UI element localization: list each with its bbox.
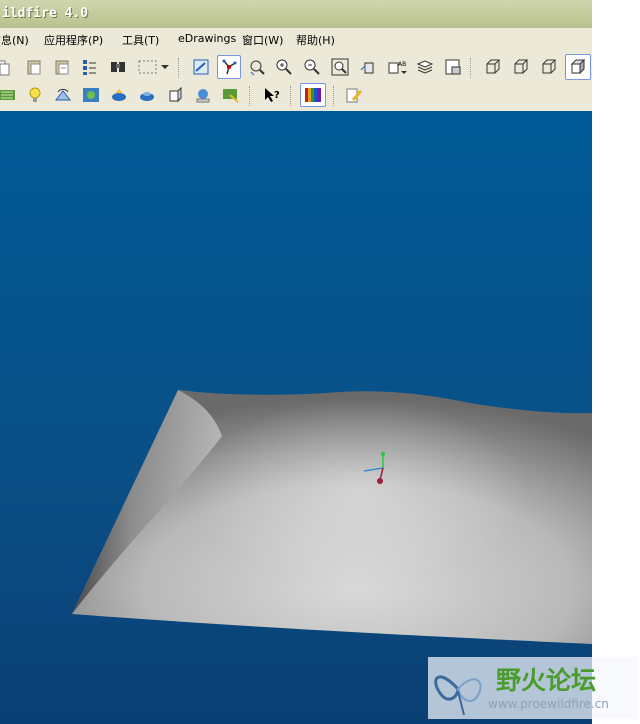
sphere-render-icon[interactable] — [192, 84, 214, 106]
watermark-title: 野火论坛 — [496, 666, 597, 695]
select-box-icon[interactable] — [135, 56, 161, 78]
render-icon[interactable] — [108, 84, 130, 106]
layers-icon[interactable] — [414, 56, 436, 78]
menu-window[interactable]: 窗口(W) — [242, 32, 283, 48]
proe-window: ildfire 4.0 信息(N) 应用程序(P) 工具(T) eDrawing… — [0, 0, 592, 724]
model-setup-icon[interactable] — [164, 84, 186, 106]
copy-icon[interactable] — [0, 56, 14, 78]
forum-watermark: 野火论坛 www.proewildfire.cn — [428, 657, 638, 719]
menu-help[interactable]: 帮助(H) — [296, 32, 335, 48]
svg-text:AB: AB — [398, 61, 406, 68]
menu-info[interactable]: 信息(N) — [0, 32, 29, 48]
edit-note-icon[interactable] — [343, 84, 365, 106]
menu-applications[interactable]: 应用程序(P) — [44, 32, 103, 48]
render-toolbar: ? — [0, 82, 592, 110]
svg-text:?: ? — [274, 90, 280, 101]
window-title: ildfire 4.0 — [2, 6, 89, 21]
toolbar-separator — [249, 86, 251, 106]
paste-special-icon[interactable] — [51, 56, 73, 78]
menu-tools[interactable]: 工具(T) — [122, 32, 159, 48]
regenerate-icon[interactable] — [79, 56, 101, 78]
wireframe-icon[interactable] — [482, 56, 504, 78]
no-hidden-icon[interactable] — [538, 56, 560, 78]
watermark-url: www.proewildfire.cn — [488, 697, 609, 711]
orient-mode-icon[interactable] — [246, 56, 268, 78]
shading-icon[interactable] — [565, 54, 591, 80]
context-help-icon[interactable]: ? — [261, 84, 283, 106]
zoom-out-icon[interactable] — [301, 56, 323, 78]
spin-center-icon[interactable] — [217, 55, 241, 79]
toolbar-separator — [470, 58, 472, 78]
saved-views-icon[interactable]: AB — [386, 56, 412, 78]
menu-bar: 信息(N) 应用程序(P) 工具(T) eDrawings 窗口(W) 帮助(H… — [0, 28, 592, 52]
toolbar-separator — [333, 86, 335, 106]
zoom-in-icon[interactable] — [273, 56, 295, 78]
appearance-icon[interactable] — [80, 84, 102, 106]
graphics-viewport[interactable] — [0, 111, 592, 724]
teapot-icon[interactable] — [136, 84, 158, 106]
find-icon[interactable] — [107, 56, 129, 78]
butterfly-logo-icon — [434, 675, 482, 716]
paste-icon[interactable] — [23, 56, 45, 78]
refit-icon[interactable] — [329, 56, 351, 78]
reorient-icon[interactable] — [357, 56, 379, 78]
surface-highlight — [190, 401, 530, 581]
color-palette-icon[interactable] — [300, 83, 326, 107]
menu-edrawings[interactable]: eDrawings — [178, 32, 236, 45]
title-bar[interactable]: ildfire 4.0 — [0, 0, 592, 29]
spin-view-icon[interactable] — [52, 84, 74, 106]
repaint-icon[interactable] — [190, 56, 212, 78]
model-tree-icon[interactable] — [442, 56, 464, 78]
datum-planes-icon[interactable] — [0, 84, 18, 106]
light-bulb-icon[interactable] — [24, 84, 46, 106]
dropdown-arrow-icon[interactable] — [159, 56, 171, 78]
toolbar-separator — [178, 58, 180, 78]
main-toolbar: AB — [0, 54, 592, 82]
toolbar-separator — [290, 86, 292, 106]
hidden-line-icon[interactable] — [510, 56, 532, 78]
surface-model — [72, 390, 592, 644]
measure-icon[interactable] — [220, 84, 242, 106]
